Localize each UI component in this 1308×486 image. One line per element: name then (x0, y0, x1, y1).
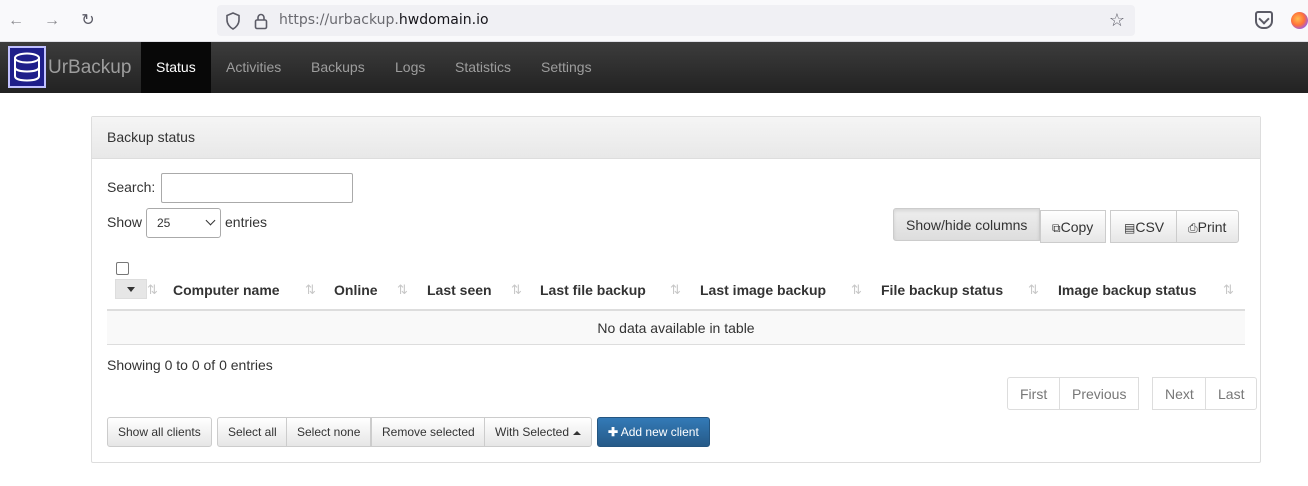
sort-icon[interactable]: ⇅ (147, 282, 158, 298)
pocket-icon[interactable] (1255, 11, 1273, 29)
with-selected-dropdown[interactable]: With Selected (484, 417, 593, 447)
col-last-image-backup[interactable]: Last image backup (700, 282, 826, 298)
sort-icon[interactable]: ⇅ (670, 282, 681, 298)
lock-icon[interactable] (252, 12, 270, 30)
copy-button[interactable]: ⧉Copy (1040, 210, 1107, 243)
bookmark-star-icon[interactable]: ☆ (1107, 10, 1127, 30)
csv-button[interactable]: ▤CSV (1110, 210, 1178, 243)
pagination-first[interactable]: First (1007, 377, 1061, 410)
firefox-icon[interactable] (1291, 12, 1308, 29)
col-image-backup-status[interactable]: Image backup status (1058, 282, 1197, 298)
col-online[interactable]: Online (334, 282, 378, 298)
show-all-clients-button[interactable]: Show all clients (107, 417, 212, 447)
sort-icon[interactable]: ⇅ (1223, 282, 1234, 298)
nav-logs[interactable]: Logs (380, 42, 440, 93)
row-actions-dropdown[interactable] (115, 279, 147, 299)
show-label: Show (107, 214, 143, 230)
caret-up-icon (573, 430, 582, 435)
nav-activities[interactable]: Activities (211, 42, 296, 93)
col-last-file-backup[interactable]: Last file backup (540, 282, 646, 298)
address-bar[interactable]: https://urbackup.hwdomain.io ☆ (217, 5, 1135, 36)
sort-icon[interactable]: ⇅ (851, 282, 862, 298)
print-icon: ⎙ (1188, 221, 1198, 235)
backup-status-panel: Backup status Search: Show 25 entries Sh… (91, 116, 1261, 463)
reload-icon[interactable]: ↻ (77, 10, 99, 32)
print-button[interactable]: ⎙Print (1176, 210, 1240, 243)
nav-settings[interactable]: Settings (526, 42, 607, 93)
add-new-client-button[interactable]: ✚ Add new client (597, 417, 710, 447)
panel-title: Backup status (92, 117, 1260, 159)
app-navbar: UrBackup Status Activities Backups Logs … (0, 42, 1308, 93)
col-computer-name[interactable]: Computer name (173, 282, 280, 298)
brand-name[interactable]: UrBackup (48, 57, 131, 79)
csv-file-icon: ▤ (1124, 221, 1136, 235)
sort-icon[interactable]: ⇅ (1028, 282, 1039, 298)
browser-toolbar: ← → ↻ https://urbackup.hwdomain.io ☆ (0, 0, 1308, 42)
page-size-select[interactable]: 25 (146, 208, 221, 238)
col-file-backup-status[interactable]: File backup status (881, 282, 1003, 298)
select-all-button[interactable]: Select all (217, 417, 288, 447)
entries-label: entries (225, 214, 268, 230)
search-label: Search: (107, 179, 156, 195)
page-size-value: 25 (157, 216, 171, 230)
pagination-previous[interactable]: Previous (1059, 377, 1140, 410)
copy-icon: ⧉ (1052, 221, 1061, 235)
forward-icon[interactable]: → (41, 10, 63, 32)
sort-icon[interactable]: ⇅ (305, 282, 316, 298)
table-info: Showing 0 to 0 of 0 entries (107, 357, 273, 373)
shield-icon[interactable] (224, 12, 242, 30)
chevron-down-icon (205, 215, 216, 226)
plus-icon: ✚ (608, 425, 619, 439)
search-input[interactable] (161, 173, 353, 203)
empty-table-message: No data available in table (107, 311, 1245, 345)
show-hide-columns-button[interactable]: Show/hide columns (893, 208, 1041, 241)
sort-icon[interactable]: ⇅ (397, 282, 408, 298)
urbackup-logo[interactable] (8, 46, 46, 88)
col-last-seen[interactable]: Last seen (427, 282, 492, 298)
back-icon[interactable]: ← (5, 10, 27, 32)
pagination-next[interactable]: Next (1152, 377, 1207, 410)
select-none-button[interactable]: Select none (286, 417, 372, 447)
nav-statistics[interactable]: Statistics (440, 42, 526, 93)
nav-status[interactable]: Status (141, 42, 211, 93)
nav-backups[interactable]: Backups (296, 42, 380, 93)
sort-icon[interactable]: ⇅ (511, 282, 522, 298)
select-all-checkbox[interactable] (116, 262, 129, 275)
pagination-last[interactable]: Last (1205, 377, 1258, 410)
remove-selected-button[interactable]: Remove selected (371, 417, 486, 447)
url-text: https://urbackup.hwdomain.io (279, 12, 489, 28)
